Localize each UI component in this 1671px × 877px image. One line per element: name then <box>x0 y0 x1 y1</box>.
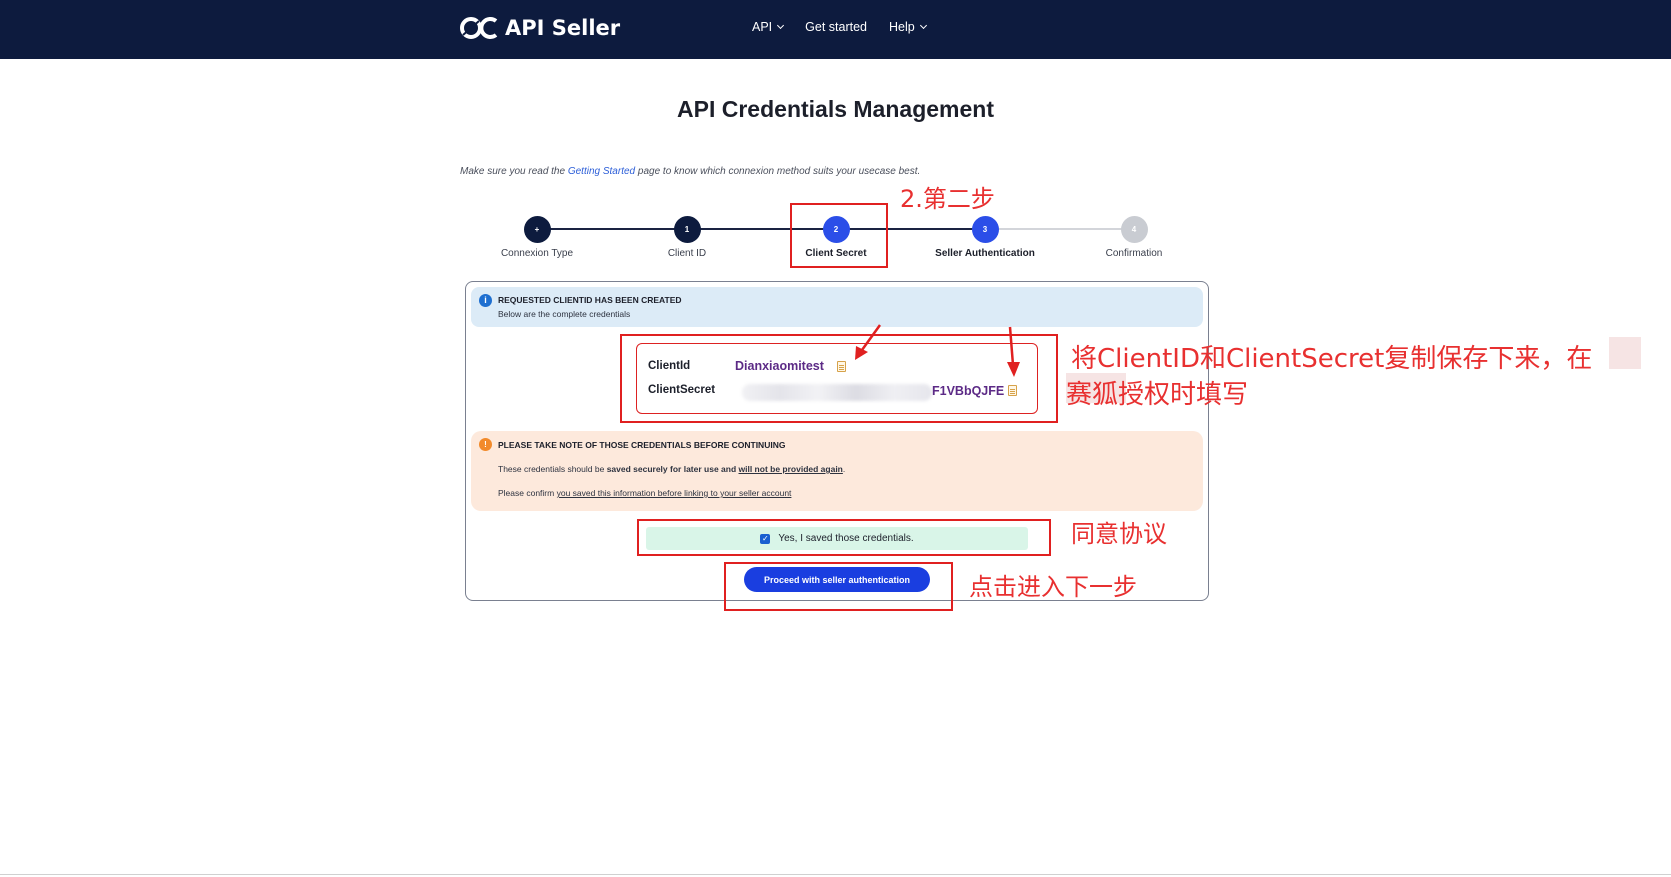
brand[interactable]: API Seller <box>459 15 620 41</box>
annotation-redacted-patch <box>1609 337 1641 369</box>
chevron-down-icon <box>777 21 785 30</box>
warning-icon: ! <box>479 438 492 451</box>
warning-period: . <box>842 464 846 474</box>
annotation-box-next <box>724 562 953 611</box>
intro-text: Make sure you read the Getting Started p… <box>460 166 920 177</box>
page-title: API Credentials Management <box>677 96 994 122</box>
intro-before: Make sure you read the <box>460 166 568 177</box>
warning-text: Please confirm <box>498 488 557 498</box>
info-title: REQUESTED CLIENTID HAS BEEN CREATED <box>498 295 682 305</box>
warning-title: PLEASE TAKE NOTE OF THOSE CREDENTIALS BE… <box>498 440 786 450</box>
step-marker: 4 <box>1120 216 1148 243</box>
warning-underline: will not be provided again <box>738 464 843 474</box>
step-marker: 1 <box>673 216 701 243</box>
step-marker: 3 <box>971 216 999 243</box>
api-seller-logo-icon <box>459 15 499 41</box>
annotation-step2: 2.第二步 <box>900 185 995 213</box>
warning-underline: you saved this information before linkin… <box>556 488 792 498</box>
annotation-box-step2 <box>790 203 888 268</box>
page-bottom-border <box>0 874 1671 875</box>
nav-get-started-label: Get started <box>805 20 867 34</box>
annotation-box-credentials <box>620 334 1058 423</box>
nav-help-label: Help <box>889 20 915 34</box>
nav-api-label: API <box>752 20 773 34</box>
step-label: Client ID <box>667 248 707 259</box>
step-confirmation[interactable]: 4 Confirmation <box>1069 216 1199 259</box>
brand-name: API Seller <box>505 16 621 40</box>
annotation-box-agree <box>637 519 1051 556</box>
step-seller-authentication[interactable]: 3 Seller Authentication <box>920 216 1050 259</box>
annotation-copy-line1: 将ClientID和ClientSecret复制保存下来，在 <box>1071 344 1593 374</box>
chevron-down-icon <box>919 21 927 30</box>
step-client-id[interactable]: 1 Client ID <box>622 216 752 259</box>
top-navbar: API Seller API Get started Help <box>0 0 1671 59</box>
annotation-agree: 同意协议 <box>1071 520 1167 548</box>
annotation-next: 点击进入下一步 <box>969 573 1137 601</box>
warning-bold: saved securely for later use and <box>606 464 739 474</box>
info-banner <box>471 287 1203 327</box>
nav-api[interactable]: API <box>752 20 785 34</box>
nav-links: API Get started Help <box>752 20 927 34</box>
step-label: Confirmation <box>1105 248 1163 259</box>
warning-line-2: Please confirm you saved this informatio… <box>498 488 791 498</box>
annotation-copy-line2: 赛狐授权时填写 <box>1066 380 1249 410</box>
info-subtitle: Below are the complete credentials <box>498 309 631 319</box>
step-label: Seller Authentication <box>935 248 1035 259</box>
nav-help[interactable]: Help <box>889 20 927 34</box>
nav-get-started[interactable]: Get started <box>805 20 867 34</box>
stepper-line-done <box>537 228 983 230</box>
getting-started-link[interactable]: Getting Started <box>568 166 635 177</box>
step-label: Connexion Type <box>500 248 574 259</box>
warning-text: These credentials should be <box>498 464 607 474</box>
warning-line-1: These credentials should be saved secure… <box>498 464 845 474</box>
intro-after: page to know which connexion method suit… <box>635 166 921 177</box>
step-connexion-type[interactable]: + Connexion Type <box>472 216 602 259</box>
step-marker: + <box>523 216 551 243</box>
info-icon: i <box>479 294 492 307</box>
